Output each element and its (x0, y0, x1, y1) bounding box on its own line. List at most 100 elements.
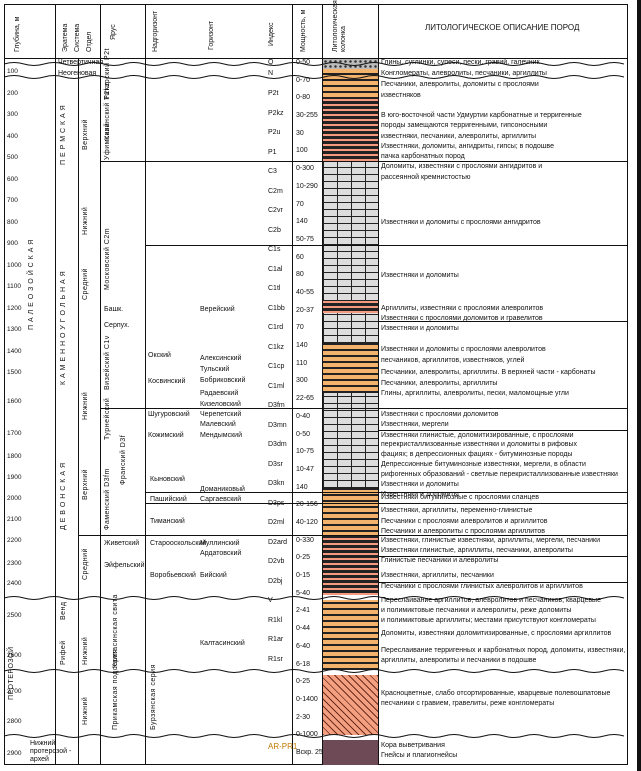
depth-label: 700 (7, 197, 18, 204)
superhorizon-okskiy: Окский (148, 352, 171, 359)
lithology-description-line: Известняки и доломиты с прослоями ангидр… (381, 219, 541, 226)
horizon-cherepet: Черепетский (200, 411, 242, 418)
thickness-value: 80 (296, 271, 304, 279)
depth-label: 2500 (7, 612, 22, 619)
header-eratema: Эратема (62, 23, 69, 52)
header-stage: Ярус (110, 24, 117, 40)
era-archean: Нижний протерозой - архей (30, 740, 72, 763)
thickness-value: 0-44 (296, 625, 311, 633)
stage-tourn: Турнейский (104, 397, 111, 440)
depth-label: 1400 (7, 348, 22, 355)
index-label: D3dm (268, 441, 287, 448)
series-devon-upper: Верхний (82, 468, 89, 500)
index-label: D2ml (268, 519, 285, 526)
lithology-description-line: песчаники с гравием, гравелиты, реже кон… (381, 700, 555, 707)
depth-label: 1800 (7, 453, 22, 460)
series-permian-lower: Нижний (82, 206, 89, 235)
lithology-description-line: Известняки с прослоями доломитов (381, 411, 499, 418)
boundary-line (378, 556, 628, 557)
lithology-description-line: Песчаники с прослоями глинистых алевроли… (381, 583, 583, 590)
stage-ufa: Уфимский (104, 122, 111, 160)
thickness-value: 30 (296, 129, 304, 137)
lithology-description-line: Депрессионные битуминозные известняки, м… (381, 461, 586, 468)
lithology-description-line: Доломиты, известняки с прослоями ангидри… (381, 163, 543, 170)
index-label: D2ard (268, 538, 288, 546)
unconformity-line (4, 734, 624, 738)
thickness-value: 0-330 (296, 536, 314, 544)
depth-label: 600 (7, 176, 18, 183)
horizon-tula: Тульский (200, 366, 230, 373)
lithology-description-line: Известняки и доломиты (381, 481, 459, 488)
horizon-vereisk: Верейский (200, 306, 235, 313)
lithology-description-line: пачка карбонатных пород (381, 153, 465, 160)
stratigraphic-column-sheet: Глубина, м Эратема Система Отдел Ярус На… (0, 0, 641, 771)
boundary-line (145, 245, 628, 246)
index-label: R1kl (268, 616, 283, 624)
depth-label: 2200 (7, 537, 22, 544)
lithology-description-line: Гнейсы и плагиогнейсы (381, 752, 458, 759)
horizon-kaltas: Калтасинский (200, 640, 245, 647)
index-label: C1cp (268, 363, 285, 370)
thickness-value: 0-80 (296, 94, 311, 102)
stage-moscow: Московский C2m (104, 227, 111, 290)
lithology-description-line: Известняки и доломиты с прослоями алевро… (381, 346, 546, 353)
lithology-description-line: Известняки, мергели (381, 421, 449, 428)
lithology-description-line: перекристаллизованные известняки и долом… (381, 441, 578, 448)
lithology-sandstone (323, 600, 378, 670)
thickness-value: 20-37 (296, 306, 314, 314)
index-label: C3 (268, 168, 277, 175)
index-label: P2u (268, 129, 281, 136)
lithology-red-beds (323, 675, 378, 735)
index-label: P2kz (268, 109, 284, 117)
depth-label: 500 (7, 154, 18, 161)
series-carb-lower: Нижний (82, 391, 89, 420)
depth-label: 1700 (7, 430, 22, 437)
lithology-description-line: аргиллиты, алевролиты и песчаники в подо… (381, 657, 537, 664)
stage-bashk: Башк. (104, 306, 124, 313)
lithology-description-line: Песчаники с прослоями алевролитов и арги… (381, 518, 548, 525)
superhorizon-vorobiev: Воробьевский (150, 572, 196, 579)
header-depth: Глубина, м (14, 16, 21, 52)
lithology-sandstone (323, 343, 378, 393)
era-paleozoic: П А Л Е О З О Й С К А Я (28, 239, 35, 330)
boundary-line (378, 582, 628, 583)
lithology-description-line: известняки, песчаники, алевролиты, аргил… (381, 133, 537, 140)
thickness-value: 40-55 (296, 289, 314, 296)
index-label: D3sr (268, 460, 283, 468)
depth-label: 2100 (7, 516, 22, 523)
system-carboniferous: К А М Е Н Н О У Г О Л Ь Н А Я (60, 270, 67, 385)
thickness-value: 140 (296, 342, 308, 350)
thickness-value: 70 (296, 324, 304, 332)
header-description: ЛИТОЛОГИЧЕСКОЕ ОПИСАНИЕ ПОРОД (425, 23, 580, 32)
lithology-description-line: Известняки глинистые, доломитизированные… (381, 432, 574, 439)
index-label: AR-PR1 (268, 742, 298, 751)
depth-label: 200 (7, 90, 18, 97)
index-label: P1 (268, 148, 277, 156)
index-label: D3mn (268, 421, 287, 429)
lithology-description-line: Известняки глинистые, аргиллиты, песчани… (381, 547, 573, 554)
stage-serp: Серпух. (104, 322, 130, 329)
lithology-description-line: и полимиктовые песчаники и алевролиты, р… (381, 607, 572, 614)
stage-prikam: Прикамская подсерия (112, 648, 119, 730)
index-label: C1s (268, 246, 281, 253)
depth-label: 1100 (7, 283, 21, 290)
thickness-value: 22-65 (296, 395, 314, 403)
thickness-value: 0-50 (296, 430, 311, 438)
column-divider (145, 4, 146, 765)
index-label: D3kn (268, 480, 285, 487)
lithology-clay (323, 301, 378, 313)
lithology-description-line: Кора выветривания (381, 742, 445, 749)
stage-givet: Живетский (104, 540, 140, 547)
series-permian-upper: Верхний (82, 118, 89, 150)
lithology-description-line: Глинистые песчаники и алевролиты (381, 557, 499, 564)
lithology-description-line: Песчаники, алевролиты, аргиллиты (381, 380, 498, 387)
index-label: R1ar (268, 636, 284, 643)
series-riphean-lower-2: Нижний (82, 696, 89, 725)
index-label: C2m (268, 187, 283, 195)
thickness-value: 140 (296, 483, 308, 491)
boundary-line (145, 492, 628, 493)
boundary-line (78, 535, 628, 536)
superhorizon-shchigrov: Шугуровский (148, 411, 190, 418)
header-series: Отдел (86, 31, 93, 52)
system-devonian: Д Е В О Н С К А Я (60, 462, 67, 531)
